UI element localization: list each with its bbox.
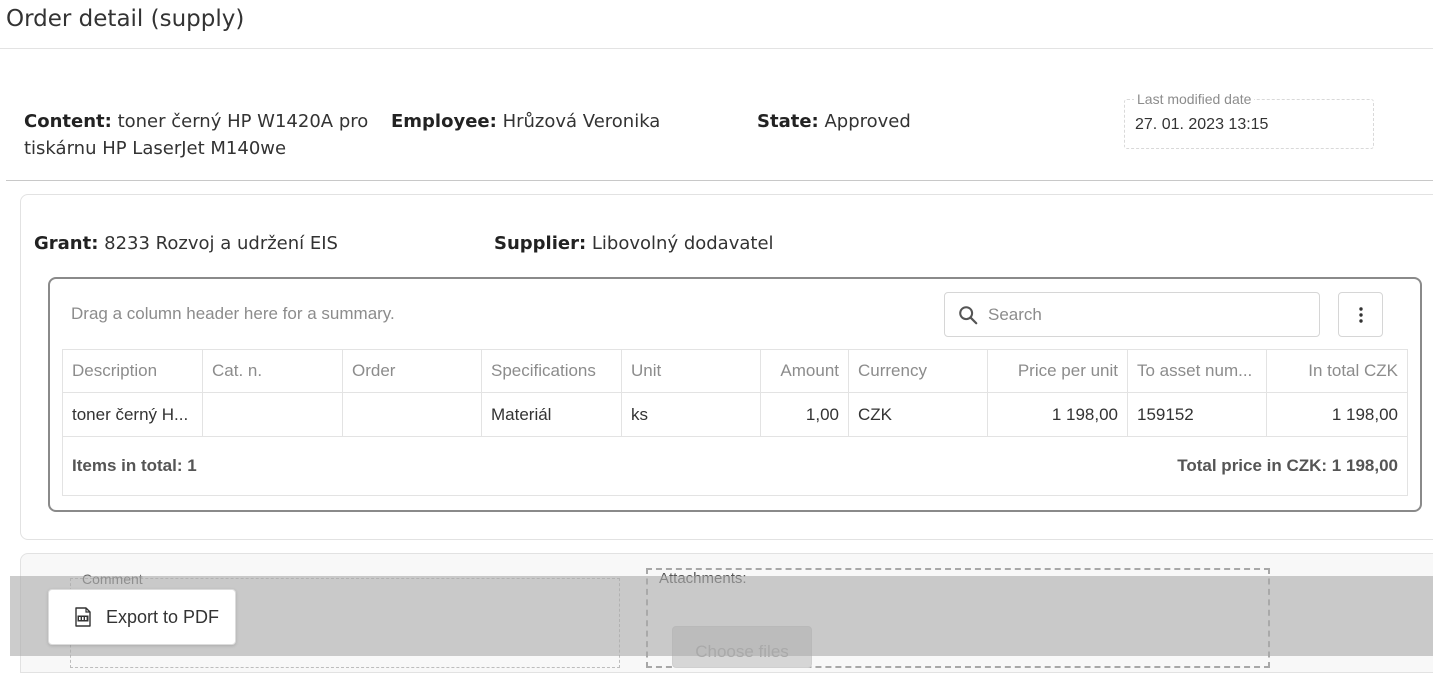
content-label: Content:: [24, 111, 112, 132]
items-grid: Drag a column header here for a summary.…: [48, 277, 1422, 512]
vertical-dots-icon: [1358, 306, 1363, 323]
last-modified-label: Last modified date: [1134, 91, 1255, 107]
header-divider: [6, 180, 1433, 181]
cell-in-total-czk[interactable]: 1 198,00: [1267, 393, 1407, 436]
column-header-in-total-czk[interactable]: In total CZK: [1267, 350, 1407, 392]
grant-label: Grant:: [34, 233, 99, 254]
column-header-amount[interactable]: Amount: [761, 350, 849, 392]
items-total-summary: Items in total: 1: [72, 456, 197, 475]
supplier-field: Supplier: Libovolný dodavatel: [494, 230, 774, 257]
state-label: State:: [757, 111, 819, 132]
group-panel-hint[interactable]: Drag a column header here for a summary.: [71, 304, 395, 324]
column-header-order[interactable]: Order: [343, 350, 482, 392]
column-header-cat-n[interactable]: Cat. n.: [203, 350, 343, 392]
grant-field: Grant: 8233 Rozvoj a udržení EIS: [34, 230, 338, 257]
cell-specifications[interactable]: Materiál: [482, 393, 622, 436]
column-header-unit[interactable]: Unit: [622, 350, 761, 392]
state-field: State: Approved: [757, 108, 911, 135]
cell-amount[interactable]: 1,00: [761, 393, 849, 436]
column-header-currency[interactable]: Currency: [849, 350, 988, 392]
export-to-pdf-button[interactable]: Export to PDF: [48, 589, 236, 645]
column-header-price-per-unit[interactable]: Price per unit: [988, 350, 1128, 392]
search-placeholder: Search: [988, 305, 1042, 324]
items-table: Description Cat. n. Order Specifications…: [62, 349, 1408, 496]
title-divider: [0, 48, 1433, 49]
supplier-value: Libovolný dodavatel: [591, 233, 774, 254]
grant-value: 8233 Rozvoj a udržení EIS: [104, 233, 338, 254]
employee-label: Employee:: [391, 111, 497, 132]
employee-value: Hrůzová Veronika: [502, 111, 661, 132]
column-header-description[interactable]: Description: [63, 350, 203, 392]
content-field: Content: toner černý HP W1420A pro tiská…: [24, 108, 384, 162]
cell-to-asset-number[interactable]: 159152: [1128, 393, 1267, 436]
cell-description[interactable]: toner černý H...: [63, 393, 203, 436]
cell-currency[interactable]: CZK: [849, 393, 988, 436]
content-value-line-2: tiskárnu HP LaserJet M140we: [24, 138, 287, 159]
search-icon: [959, 306, 978, 325]
export-to-pdf-label: Export to PDF: [106, 606, 220, 627]
pdf-icon: [75, 607, 91, 627]
table-summary-row: Items in total: 1 Total price in CZK: 1 …: [63, 437, 1407, 495]
column-header-specifications[interactable]: Specifications: [482, 350, 622, 392]
cell-price-per-unit[interactable]: 1 198,00: [988, 393, 1128, 436]
supplier-label: Supplier:: [494, 233, 587, 254]
price-total-summary: Total price in CZK: 1 198,00: [1177, 456, 1398, 475]
grid-options-button[interactable]: [1338, 292, 1383, 337]
search-input[interactable]: Search: [944, 292, 1320, 337]
column-header-to-asset-number[interactable]: To asset num...: [1128, 350, 1267, 392]
content-value: toner černý HP W1420A pro: [117, 111, 369, 132]
cell-order[interactable]: [343, 393, 482, 436]
page-title: Order detail (supply): [6, 6, 245, 32]
cell-cat-n[interactable]: [203, 393, 343, 436]
employee-field: Employee: Hrůzová Veronika: [391, 108, 660, 135]
last-modified-field: Last modified date 27. 01. 2023 13:15: [1124, 91, 1374, 149]
state-value: Approved: [824, 111, 911, 132]
table-row[interactable]: toner černý H... Materiál ks 1,00 CZK 1 …: [63, 393, 1407, 437]
cell-unit[interactable]: ks: [622, 393, 761, 436]
table-header-row: Description Cat. n. Order Specifications…: [63, 350, 1407, 393]
last-modified-value: 27. 01. 2023 13:15: [1135, 116, 1269, 133]
